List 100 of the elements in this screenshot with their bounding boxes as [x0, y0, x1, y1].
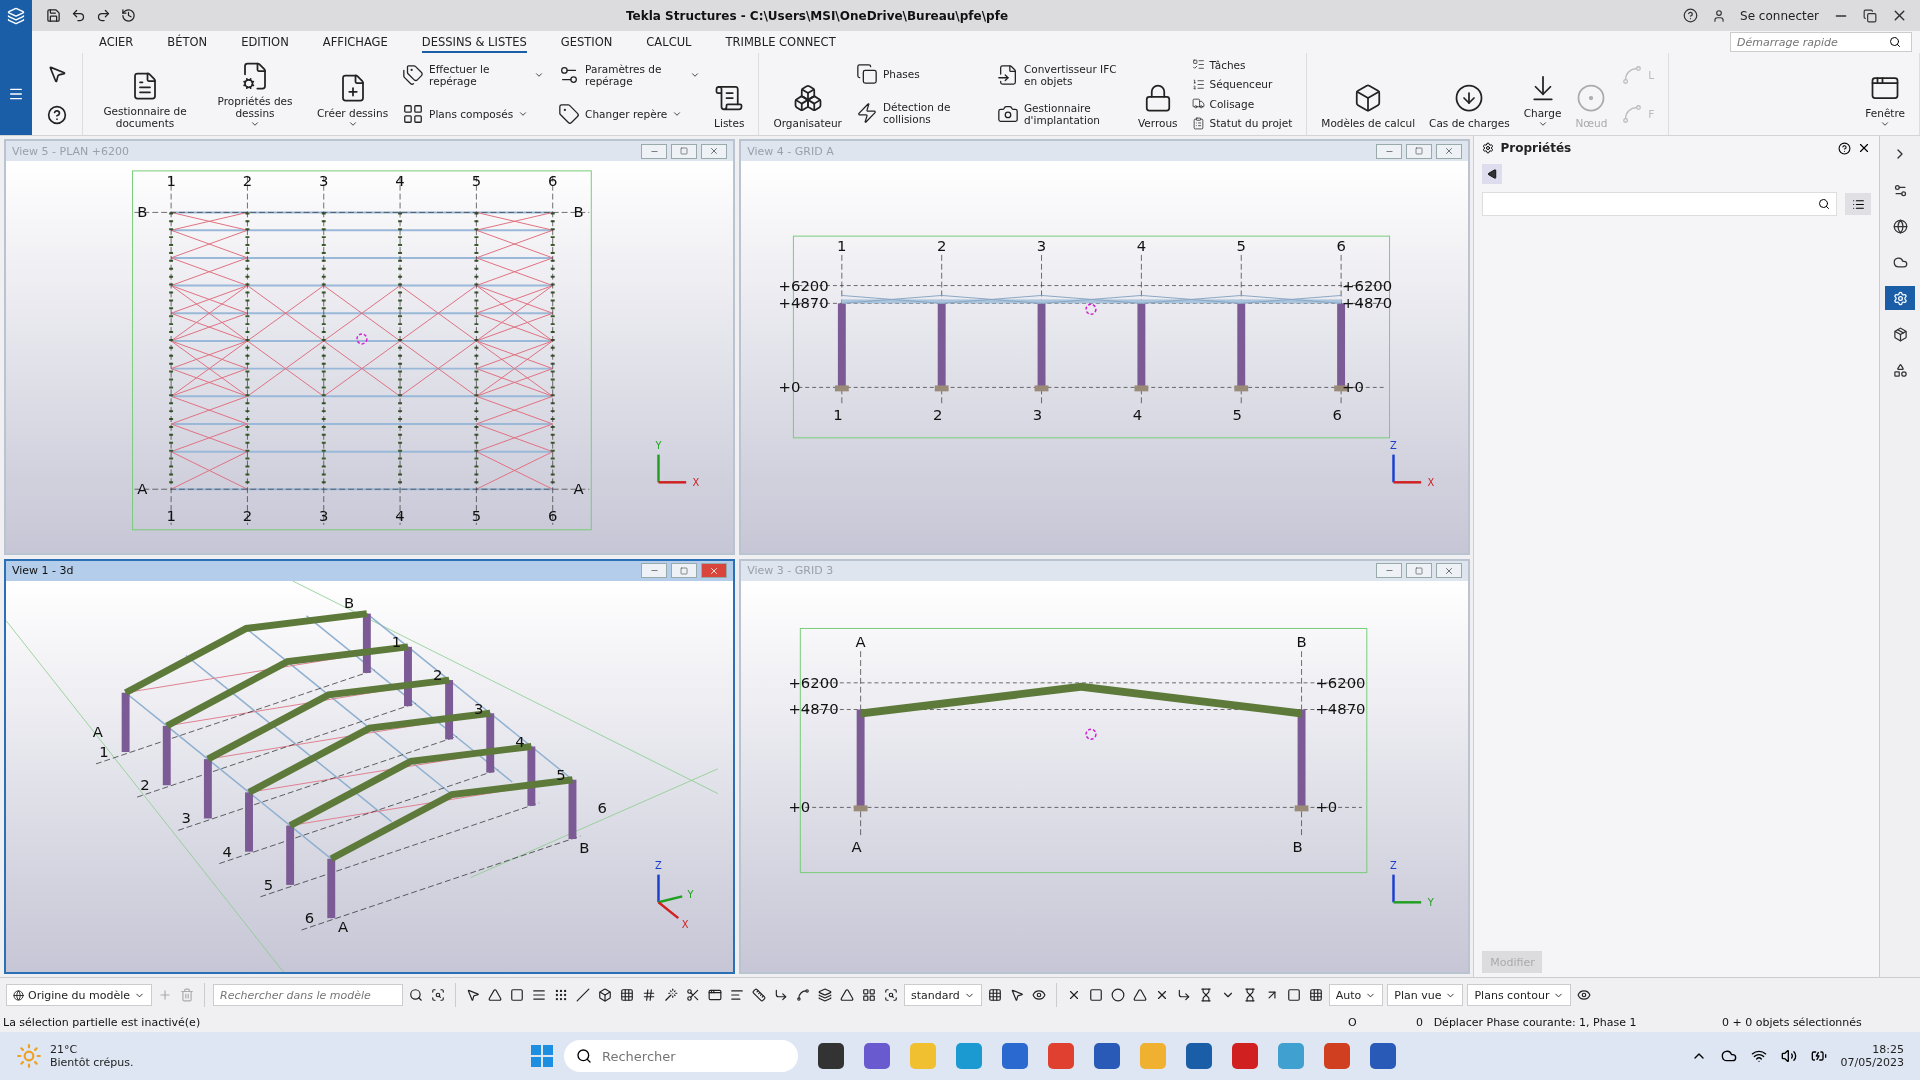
close-button[interactable]: [1436, 563, 1463, 578]
view-dropdown[interactable]: Plan vue: [1387, 984, 1464, 1006]
ribbon-button[interactable]: Modèles de calcul: [1317, 53, 1420, 135]
hourglass-icon[interactable]: [1198, 988, 1213, 1002]
caret-icon[interactable]: [1880, 119, 1891, 129]
window-icon[interactable]: [708, 988, 722, 1002]
layers-icon[interactable]: [818, 988, 832, 1002]
help-icon[interactable]: [1838, 141, 1852, 155]
dots-icon[interactable]: [554, 988, 568, 1002]
close-button[interactable]: [701, 143, 728, 159]
ribbon-button[interactable]: Effectuer le repérage: [402, 63, 545, 87]
ribbon-button[interactable]: Cas de charges: [1425, 53, 1514, 135]
pointer-icon[interactable]: [1009, 988, 1024, 1002]
ribbon-button[interactable]: Tâches: [1191, 58, 1293, 72]
help-icon[interactable]: [1683, 8, 1699, 23]
search-icon[interactable]: [409, 988, 423, 1002]
hash-icon[interactable]: [642, 988, 656, 1002]
origin-dropdown[interactable]: Origine du modèle: [6, 984, 152, 1006]
ribbon-tab[interactable]: BÉTON: [167, 31, 208, 53]
pointer-icon[interactable]: [466, 988, 480, 1002]
ribbon-button[interactable]: Détection de collisions: [855, 101, 983, 125]
ribbon-button[interactable]: Organisateur: [769, 53, 846, 135]
ribbon-button[interactable]: Listes: [710, 53, 749, 135]
triangle-icon[interactable]: [1132, 988, 1147, 1002]
redo-icon[interactable]: [96, 8, 111, 23]
square-icon[interactable]: [1088, 988, 1103, 1002]
scissors-icon[interactable]: [686, 988, 700, 1002]
wand-icon[interactable]: [664, 988, 678, 1002]
model-search-box[interactable]: Rechercher dans le modèle: [213, 984, 403, 1006]
shapes-icon[interactable]: [1892, 362, 1908, 378]
app-icon[interactable]: [1002, 1043, 1028, 1069]
app-icon[interactable]: [1370, 1043, 1396, 1069]
history-icon[interactable]: [121, 8, 136, 23]
ribbon-tab[interactable]: TRIMBLE CONNECT: [725, 31, 836, 53]
quick-launch-field[interactable]: Démarrage rapide: [1730, 32, 1912, 52]
caret-icon[interactable]: [347, 119, 358, 129]
ribbon-button[interactable]: Séquenceur: [1191, 77, 1293, 91]
app-icon[interactable]: [1186, 1043, 1212, 1069]
ribbon-button[interactable]: Changer repère: [558, 103, 701, 125]
app-icon[interactable]: [1094, 1043, 1120, 1069]
taskbar-search-box[interactable]: Rechercher: [564, 1040, 798, 1072]
app-icon[interactable]: [818, 1043, 844, 1069]
hourglass-icon[interactable]: [1242, 988, 1257, 1002]
cloud-icon[interactable]: [1720, 1048, 1737, 1064]
grid-icon[interactable]: [987, 988, 1002, 1002]
close-button[interactable]: [701, 563, 728, 578]
windows-start-icon[interactable]: [530, 1044, 554, 1068]
sliders-icon[interactable]: [1892, 182, 1908, 198]
list-button[interactable]: [1845, 193, 1872, 215]
ribbon-button[interactable]: Propriétés des dessins: [203, 53, 307, 135]
ribbon-tab[interactable]: ACIER: [99, 31, 134, 53]
triangle-icon[interactable]: [840, 988, 854, 1002]
circle-icon[interactable]: [1110, 988, 1125, 1002]
align-icon[interactable]: [730, 988, 744, 1002]
ribbon-button[interactable]: Statut du projet: [1191, 116, 1293, 130]
ribbon-button[interactable]: Gestionnaire de documents: [93, 53, 197, 135]
caret-icon[interactable]: [250, 119, 260, 129]
caret-icon[interactable]: [518, 109, 529, 119]
save-icon[interactable]: [46, 8, 61, 23]
view-dropdown[interactable]: Auto: [1328, 984, 1384, 1006]
help-icon[interactable]: [47, 104, 67, 125]
undo-icon[interactable]: [71, 8, 86, 23]
app-icon[interactable]: [864, 1043, 890, 1069]
battery-icon[interactable]: [1810, 1048, 1827, 1064]
ribbon-button[interactable]: Charge: [1519, 53, 1566, 135]
view-dropdown[interactable]: Plans contour: [1467, 984, 1572, 1006]
zoom-icon[interactable]: [884, 988, 898, 1002]
speaker-icon[interactable]: [1780, 1048, 1797, 1064]
back-button[interactable]: [1482, 164, 1503, 184]
ribbon-button[interactable]: Gestionnaire d'implantation: [996, 101, 1124, 126]
ribbon-button[interactable]: Verrous: [1133, 53, 1182, 135]
ruler-icon[interactable]: [752, 988, 766, 1002]
ribbon-button[interactable]: Fenêtre: [1861, 53, 1909, 135]
caret-icon[interactable]: [690, 70, 701, 80]
spline-icon[interactable]: [796, 988, 810, 1002]
ribbon-button[interactable]: Phases: [855, 63, 983, 85]
properties-button[interactable]: [1885, 286, 1915, 310]
zoom-icon[interactable]: [431, 988, 445, 1002]
package-icon[interactable]: [1892, 326, 1908, 342]
ribbon-tab[interactable]: EDITION: [241, 31, 289, 53]
close-button[interactable]: [1436, 143, 1463, 159]
style-dropdown[interactable]: standard: [904, 984, 982, 1006]
caret-icon[interactable]: [534, 70, 545, 80]
grid-icon[interactable]: [620, 988, 634, 1002]
ribbon-button[interactable]: Colisage: [1191, 97, 1293, 111]
ribbon-tab[interactable]: CALCUL: [646, 31, 692, 53]
model-search-field[interactable]: Rechercher dans le modèle: [218, 987, 392, 1003]
wifi-icon[interactable]: [1750, 1048, 1767, 1064]
caret-icon[interactable]: [672, 109, 683, 119]
grid-icon[interactable]: [1308, 988, 1323, 1002]
ribbon-tab[interactable]: AFFICHAGE: [322, 31, 388, 53]
line-icon[interactable]: [576, 988, 590, 1002]
corner-icon[interactable]: [774, 988, 788, 1002]
triangle-icon[interactable]: [488, 988, 502, 1002]
cloud-icon[interactable]: [1892, 254, 1908, 270]
restore-icon[interactable]: [1863, 8, 1877, 23]
user-icon[interactable]: [1712, 8, 1727, 23]
caret-icon[interactable]: [1537, 119, 1548, 129]
globe-icon[interactable]: [1892, 218, 1908, 234]
eye-icon[interactable]: [1031, 988, 1046, 1002]
